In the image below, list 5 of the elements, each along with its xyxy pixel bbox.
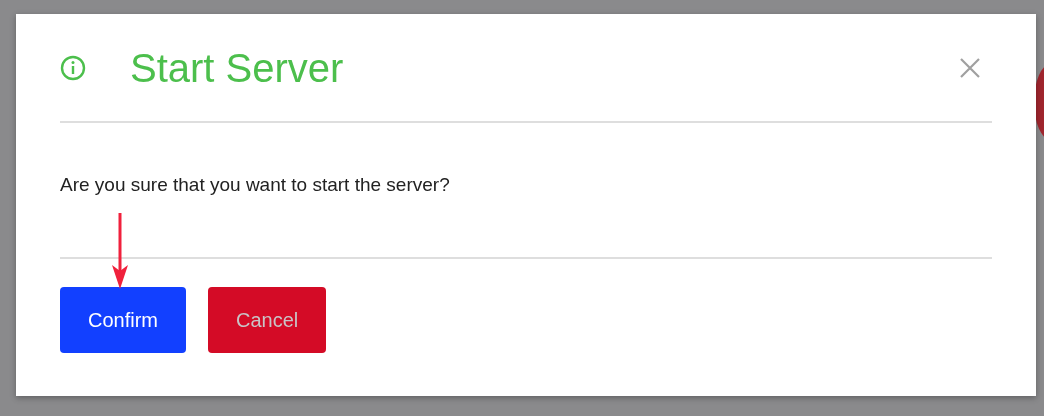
close-icon [960, 57, 980, 78]
confirm-button[interactable]: Confirm [60, 287, 186, 353]
info-icon [60, 54, 86, 81]
confirmation-message: Are you sure that you want to start the server? [60, 173, 451, 197]
dialog-title: Start Server [130, 44, 344, 92]
